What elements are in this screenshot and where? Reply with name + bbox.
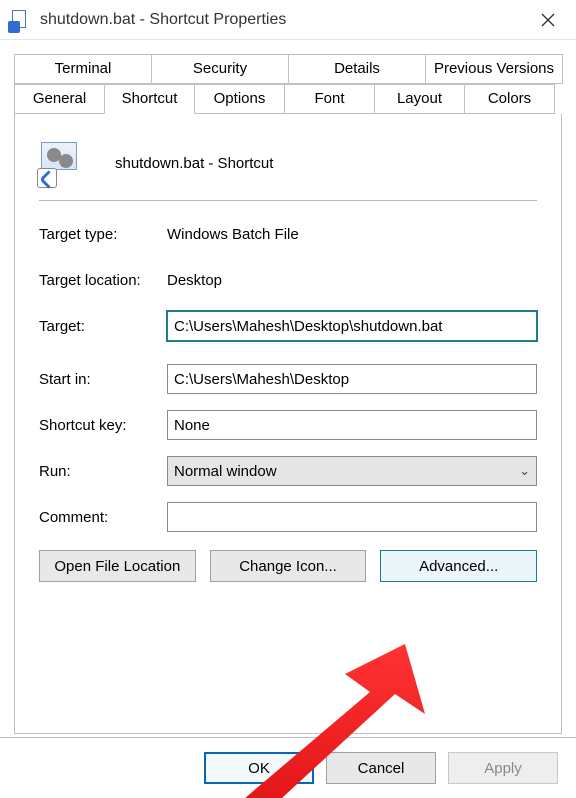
tab-colors[interactable]: Colors (464, 84, 555, 114)
run-select-value: Normal window (174, 463, 277, 480)
start-in-input[interactable] (167, 364, 537, 394)
tab-previous-versions[interactable]: Previous Versions (425, 54, 563, 84)
tab-security[interactable]: Security (151, 54, 289, 84)
tab-layout[interactable]: Layout (374, 84, 465, 114)
run-label: Run: (39, 463, 167, 480)
tab-font[interactable]: Font (284, 84, 375, 114)
open-file-location-button[interactable]: Open File Location (39, 550, 196, 582)
shortcut-key-input[interactable] (167, 410, 537, 440)
chevron-down-icon: ⌄ (519, 463, 530, 479)
properties-window: shutdown.bat - Shortcut Properties Termi… (0, 0, 576, 798)
tab-general[interactable]: General (14, 84, 105, 114)
tab-options[interactable]: Options (194, 84, 285, 114)
window-title: shutdown.bat - Shortcut Properties (40, 11, 528, 29)
close-button[interactable] (528, 5, 568, 35)
tab-details[interactable]: Details (288, 54, 426, 84)
shortcut-name-text: shutdown.bat - Shortcut (115, 155, 273, 172)
target-location-label: Target location: (39, 272, 167, 289)
target-type-value: Windows Batch File (167, 226, 537, 243)
window-icon (10, 9, 32, 31)
advanced-button[interactable]: Advanced... (380, 550, 537, 582)
run-select[interactable]: Normal window ⌄ (167, 456, 537, 486)
titlebar: shutdown.bat - Shortcut Properties (0, 0, 576, 40)
target-label: Target: (39, 318, 167, 335)
apply-button[interactable]: Apply (448, 752, 558, 784)
tabs-area: Terminal Security Details Previous Versi… (0, 40, 576, 734)
shortcut-file-icon (39, 140, 85, 186)
comment-input[interactable] (167, 502, 537, 532)
close-icon (541, 13, 555, 27)
divider (39, 200, 537, 201)
action-button-row: Open File Location Change Icon... Advanc… (39, 550, 537, 582)
start-in-label: Start in: (39, 371, 167, 388)
tab-row-top: Terminal Security Details Previous Versi… (14, 54, 562, 84)
tab-panel-shortcut: shutdown.bat - Shortcut Target type: Win… (14, 114, 562, 734)
tab-terminal[interactable]: Terminal (14, 54, 152, 84)
dialog-button-bar: OK Cancel Apply (0, 737, 576, 798)
target-location-value: Desktop (167, 272, 537, 289)
target-input[interactable] (167, 311, 537, 341)
target-type-label: Target type: (39, 226, 167, 243)
tab-row-bottom: General Shortcut Options Font Layout Col… (14, 84, 562, 114)
shortcut-header: shutdown.bat - Shortcut (39, 140, 537, 186)
change-icon-button[interactable]: Change Icon... (210, 550, 367, 582)
shortcut-key-label: Shortcut key: (39, 417, 167, 434)
cancel-button[interactable]: Cancel (326, 752, 436, 784)
ok-button[interactable]: OK (204, 752, 314, 784)
comment-label: Comment: (39, 509, 167, 526)
tab-shortcut[interactable]: Shortcut (104, 84, 195, 114)
